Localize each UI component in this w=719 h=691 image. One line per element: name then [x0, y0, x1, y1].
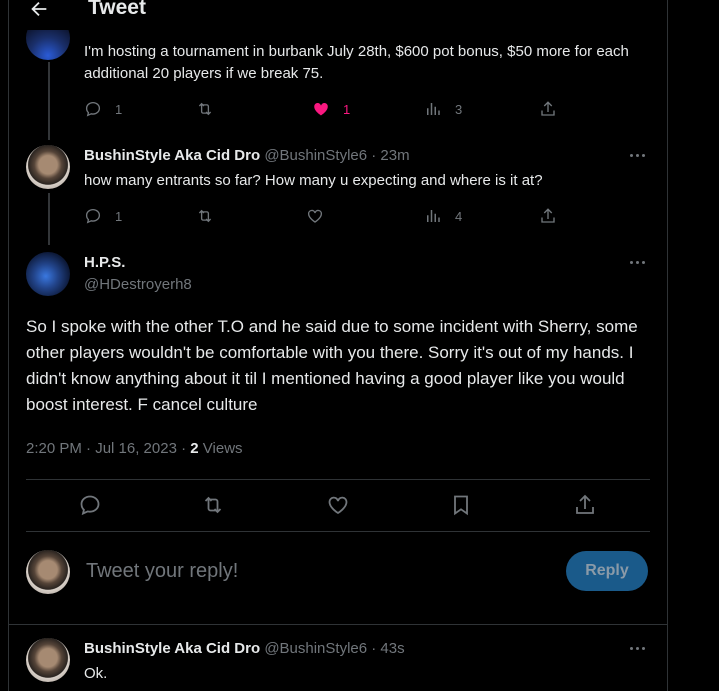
tweet-text: how many entrants so far? How many u exp…	[84, 172, 543, 189]
avatar[interactable]	[26, 252, 70, 296]
page-title: Tweet	[88, 0, 146, 19]
retweet-icon	[198, 102, 212, 116]
thread-line	[48, 62, 50, 140]
reply-count: 1	[115, 208, 123, 224]
tweet-timestamp[interactable]: 2:20 PM · Jul 16, 2023 ·	[26, 440, 186, 457]
author-row: BushinStyle Aka Cid Dro @BushinStyle6 · …	[84, 640, 405, 657]
avatar[interactable]	[26, 638, 70, 682]
retweet-button[interactable]	[196, 206, 214, 226]
heart-icon	[307, 209, 323, 223]
retweet-button[interactable]	[201, 493, 227, 519]
reply-icon	[85, 101, 101, 117]
bookmark-button[interactable]	[449, 493, 475, 519]
like-button[interactable]	[326, 493, 352, 519]
reply-button[interactable]	[78, 493, 104, 519]
reply-icon	[85, 208, 101, 224]
avatar[interactable]	[26, 30, 70, 60]
tweet-meta: 2:20 PM · Jul 16, 2023 · 2 Views	[26, 440, 243, 457]
author-handle[interactable]: @BushinStyle6	[264, 640, 367, 657]
share-icon	[541, 101, 555, 116]
reply-icon	[80, 495, 100, 516]
views-icon	[427, 103, 440, 115]
author-name[interactable]: BushinStyle Aka Cid Dro	[84, 147, 260, 164]
tweet-actions: 1 1 3	[84, 99, 584, 119]
views-icon	[427, 210, 440, 222]
views-count: 3	[455, 101, 463, 117]
divider	[26, 479, 650, 480]
share-button[interactable]	[539, 206, 557, 226]
views-count: 4	[455, 208, 463, 224]
author-row: BushinStyle Aka Cid Dro @BushinStyle6 · …	[84, 147, 410, 164]
views-label: Views	[202, 440, 243, 457]
more-icon[interactable]	[630, 153, 648, 159]
author-name-row: H.P.S.	[84, 254, 125, 271]
tweet-column: Tweet I'm hosting a tournament in burban…	[8, 0, 668, 691]
heart-icon	[328, 496, 348, 515]
like-count: 1	[343, 101, 351, 117]
thread-line	[48, 193, 50, 245]
like-button[interactable]	[306, 206, 324, 226]
author-handle[interactable]: @HDestroyerh8	[84, 276, 192, 293]
bookmark-icon	[454, 495, 468, 516]
author-name[interactable]: BushinStyle Aka Cid Dro	[84, 640, 260, 657]
tweet-time[interactable]: · 43s	[371, 640, 404, 657]
reply-button[interactable]: 1	[84, 99, 122, 119]
reply-count: 1	[115, 101, 123, 117]
share-icon	[541, 208, 555, 223]
retweet-button[interactable]	[196, 99, 214, 119]
divider	[9, 624, 667, 625]
reply-button[interactable]: 1	[84, 206, 122, 226]
like-button[interactable]: 1	[312, 99, 350, 119]
author-name[interactable]: H.P.S.	[84, 254, 125, 271]
tweet-text: Ok.	[84, 665, 108, 682]
author-handle[interactable]: @BushinStyle6	[264, 147, 367, 164]
share-button[interactable]	[573, 493, 599, 519]
more-icon[interactable]	[630, 646, 648, 652]
back-arrow-icon[interactable]	[27, 0, 51, 20]
share-button[interactable]	[539, 99, 557, 119]
share-icon	[576, 494, 594, 514]
views-button[interactable]: 4	[424, 206, 462, 226]
tweet-text: I'm hosting a tournament in burbank July…	[84, 43, 629, 82]
tweet-actions: 1 4	[84, 206, 584, 226]
heart-icon	[314, 102, 328, 116]
retweet-icon	[204, 496, 222, 514]
header: Tweet	[9, 0, 667, 22]
avatar[interactable]	[26, 550, 70, 594]
retweet-icon	[198, 209, 212, 223]
reply-submit-button[interactable]: Reply	[566, 551, 648, 591]
views-button[interactable]: 3	[424, 99, 462, 119]
reply-input[interactable]: Tweet your reply!	[86, 560, 238, 583]
tweet-time[interactable]: · 23m	[371, 147, 409, 164]
more-icon[interactable]	[630, 260, 648, 266]
views-count: 2	[190, 440, 199, 457]
main-tweet-text: So I spoke with the other T.O and he sai…	[26, 317, 638, 414]
divider	[26, 531, 650, 532]
avatar[interactable]	[26, 145, 70, 189]
